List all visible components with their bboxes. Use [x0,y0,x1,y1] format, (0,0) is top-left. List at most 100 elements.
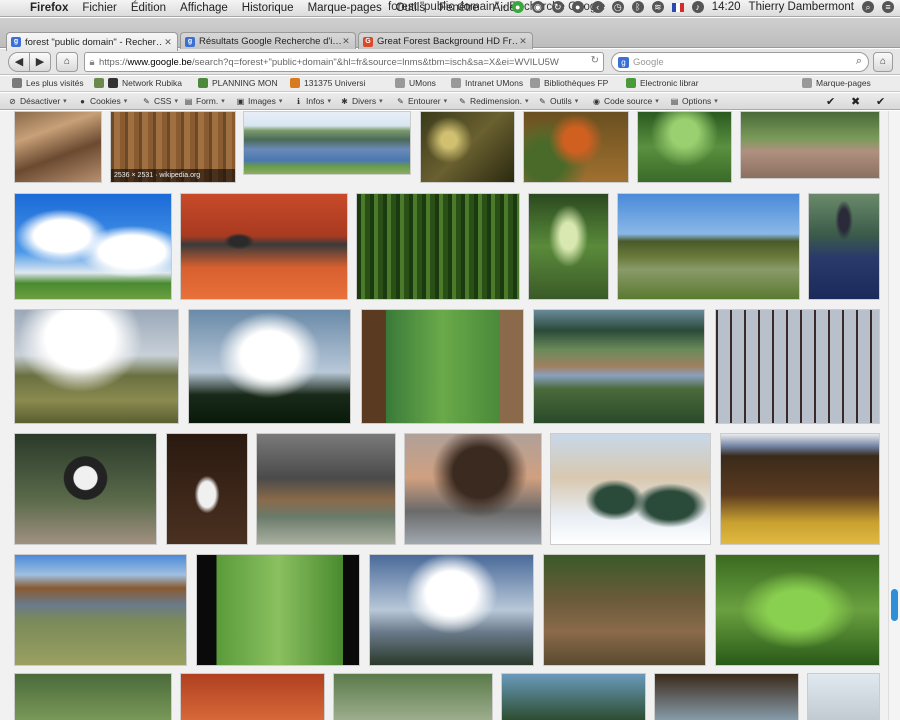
image-result[interactable]: 2536 × 2531 · wikipedia.org [110,111,236,183]
menu-historique[interactable]: Historique [242,2,294,14]
image-result[interactable] [617,193,800,300]
image-result[interactable] [404,433,542,545]
dev-cookies[interactable]: ● Cookies ▾ [78,96,127,106]
bookmark-131375-universi[interactable]: 131375 Universi [290,78,365,88]
home-button-right[interactable]: ⌂ [873,52,893,72]
image-result[interactable] [807,673,880,720]
url-path: /search?q=forest+"public+domain"&hl=fr&s… [191,56,559,68]
tab-close-icon[interactable]: ✕ [341,36,351,47]
image-result[interactable] [14,193,172,300]
reload-icon[interactable]: ↻ [591,55,599,66]
home-button[interactable]: ⌂ [56,52,78,72]
volume-icon[interactable]: ♪ [691,1,704,13]
menu-edition[interactable]: Édition [131,2,166,14]
url-bar[interactable]: 🔒︎ https://www.google.be/search?q=forest… [84,52,604,72]
image-result[interactable] [196,554,360,666]
image-result[interactable] [720,433,880,545]
bookmark-bibliotheques-fp[interactable]: Bibliothèques FP [530,78,608,88]
image-result[interactable] [523,111,629,183]
image-result[interactable] [14,673,172,720]
bookmark-umons[interactable]: UMons [395,78,436,88]
bookmark-electronic-librar[interactable]: Electronic librar [626,78,699,88]
forward-button[interactable]: ▶ [29,52,51,72]
menu-fichier[interactable]: Fichier [82,2,117,14]
time-machine-icon[interactable]: ◷ [611,1,624,13]
image-result[interactable] [14,111,102,183]
image-result[interactable] [14,309,179,424]
record-icon[interactable]: ● [571,1,584,13]
evernote-icon[interactable]: ● [511,1,524,13]
tab-close-icon[interactable]: ✕ [518,36,528,47]
js-error-cross-icon[interactable]: ✖ [851,95,860,108]
menu-affichage[interactable]: Affichage [180,2,228,14]
bookmark-unnamed[interactable] [94,78,108,88]
image-result[interactable] [543,554,706,666]
spotlight-icon[interactable]: ⌕ [862,1,874,13]
image-result[interactable] [243,111,411,175]
bluetooth-icon[interactable]: ᛒ [631,1,644,13]
page-scrollbar[interactable] [888,111,900,720]
image-result[interactable] [550,433,711,545]
tab-google-search[interactable]: g forest "public domain" - Recher… ✕ [6,32,178,51]
search-icon[interactable]: ⌕ [856,55,862,68]
clock[interactable]: 14:20 [712,1,741,13]
image-result[interactable] [533,309,705,424]
back-arrow-icon[interactable]: ‹ [591,1,604,13]
image-result[interactable] [528,193,609,300]
dev-options[interactable]: ▤ Options ▾ [670,96,718,106]
app-menu-firefox[interactable]: Firefox [30,2,68,14]
html-valid-check-icon[interactable]: ✔ [876,95,885,108]
dev-outils[interactable]: ✎ Outils ▾ [538,96,578,106]
bookmark-intranet-umons[interactable]: Intranet UMons [451,78,523,88]
dev-images[interactable]: ▣ Images ▾ [236,96,283,106]
dev-entourer[interactable]: ✎ Entourer ▾ [396,96,447,106]
notification-center-icon[interactable]: ≡ [882,1,894,13]
image-result[interactable] [740,111,880,179]
french-flag-icon[interactable] [671,2,684,12]
image-result[interactable] [356,193,520,300]
dev-label: Form. [196,96,219,106]
dev-css[interactable]: ✎ CSS ▾ [142,96,178,106]
google-engine-icon[interactable]: g [618,56,629,68]
sync-icon[interactable]: ↻ [551,1,564,13]
image-result[interactable] [14,554,187,666]
bookmark-planning-mon[interactable]: PLANNING MON [198,78,278,88]
image-result[interactable] [808,193,880,300]
css-valid-check-icon[interactable]: ✔ [826,95,835,108]
image-result[interactable] [166,433,248,545]
dev-infos[interactable]: ℹ Infos ▾ [294,96,331,106]
image-result[interactable] [333,673,493,720]
search-box[interactable]: g Google ⌕ [611,52,869,72]
image-result[interactable] [715,554,880,666]
chat-icon[interactable]: ◉ [531,1,544,13]
image-result[interactable] [715,309,880,424]
bookmark-network-rubika[interactable]: Network Rubika [108,78,182,88]
image-result[interactable] [637,111,732,183]
scrollbar-thumb[interactable] [891,589,898,621]
wifi-icon[interactable]: ≋ [651,1,664,13]
tab-google-images[interactable]: g Résultats Google Recherche d'i… ✕ [180,32,356,50]
menu-marque-pages[interactable]: Marque-pages [308,2,382,14]
image-result[interactable] [369,554,534,666]
image-result[interactable] [180,193,348,300]
dev-label: Outils [550,96,572,106]
bookmark-most-visited[interactable]: Les plus visités [12,78,84,88]
image-result[interactable] [188,309,351,424]
bookmark-marque-pages[interactable]: Marque-pages [802,78,871,88]
dev-redimension[interactable]: ✎ Redimension. ▾ [458,96,528,106]
image-result[interactable] [361,309,524,424]
tab-close-icon[interactable]: ✕ [163,37,173,48]
dev-code-source[interactable]: ◉ Code source ▾ [592,96,659,106]
dev-form[interactable]: ▤ Form. ▾ [184,96,225,106]
image-result[interactable] [501,673,646,720]
image-result[interactable] [256,433,396,545]
tab-great-forest-background[interactable]: G Great Forest Background HD Fr… ✕ [358,32,533,50]
back-button[interactable]: ◀ [8,52,30,72]
dev-desactiver[interactable]: ⊘ Désactiver ▾ [8,96,67,106]
dev-divers[interactable]: ✱ Divers ▾ [340,96,382,106]
image-result[interactable] [420,111,515,183]
user-name[interactable]: Thierry Dambermont [749,1,854,13]
image-result[interactable] [654,673,799,720]
image-result[interactable] [180,673,325,720]
image-result[interactable] [14,433,157,545]
